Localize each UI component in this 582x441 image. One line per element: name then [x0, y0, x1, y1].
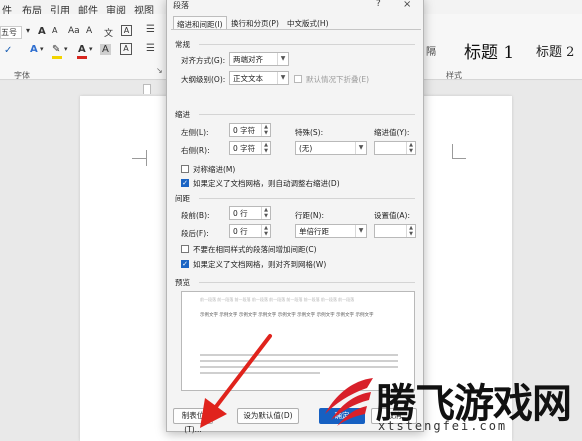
watermark-logo-icon: [325, 378, 373, 426]
watermark-url: xtstengfei.com: [378, 419, 508, 433]
